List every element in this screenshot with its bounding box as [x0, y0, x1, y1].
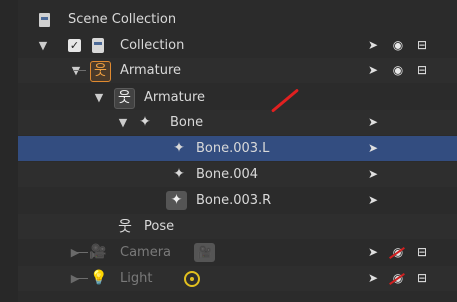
outliner-row-armature-object[interactable]: ▼ 웃 Armature ➤ ◉ ⊟: [18, 58, 457, 83]
bone-003-l-label[interactable]: Bone.003.L: [196, 136, 269, 161]
armature-data-label[interactable]: Armature: [144, 85, 205, 110]
outliner-row-bone-004[interactable]: ✦ Bone.004 ➤: [18, 162, 457, 187]
selectable-cursor-icon[interactable]: ➤: [366, 110, 380, 135]
selectable-cursor-icon[interactable]: ➤: [366, 188, 380, 213]
render-camera-icon[interactable]: ⊟: [414, 240, 430, 265]
render-camera-icon[interactable]: ⊟: [414, 266, 430, 291]
light-label[interactable]: Light: [120, 266, 152, 291]
bone-label[interactable]: Bone: [170, 110, 203, 135]
bone-icon: ✦: [173, 166, 185, 182]
bone-icon: ✦: [166, 191, 187, 210]
armature-object-icon: 웃: [90, 61, 111, 82]
pose-icon: 웃: [118, 217, 132, 235]
expand-triangle-icon[interactable]: ▼: [37, 33, 49, 58]
collection-label[interactable]: Collection: [120, 33, 184, 58]
selectable-cursor-icon[interactable]: ➤: [366, 266, 380, 291]
exclude-checkbox[interactable]: ✓: [68, 39, 81, 52]
bone-icon: ✦: [139, 114, 151, 130]
expand-triangle-icon[interactable]: ▼: [93, 85, 105, 110]
camera-object-icon: 🎥: [89, 244, 107, 260]
outliner-row-collection[interactable]: ▼ ✓ Collection ➤ ◉ ⊟: [18, 33, 457, 58]
visibility-eye-icon[interactable]: ◉: [390, 58, 406, 83]
selectable-cursor-icon[interactable]: ➤: [366, 33, 380, 58]
outliner-row-armature-data[interactable]: ▼ 웃 Armature: [18, 85, 457, 110]
tree-line: [74, 70, 86, 71]
visibility-eye-icon[interactable]: ◉: [390, 33, 406, 58]
camera-label[interactable]: Camera: [120, 240, 171, 265]
bone-icon: ✦: [173, 140, 185, 156]
camera-data-icon: 🎥: [194, 243, 215, 262]
selectable-cursor-icon[interactable]: ➤: [366, 240, 380, 265]
selectable-cursor-icon[interactable]: ➤: [366, 162, 380, 187]
outliner-row-bone[interactable]: ▼ ✦ Bone ➤: [18, 110, 457, 135]
armature-data-icon: 웃: [114, 88, 135, 109]
bone-004-label[interactable]: Bone.004: [196, 162, 258, 187]
scene-collection-icon: [39, 13, 50, 27]
hidden-eye-icon[interactable]: ◉: [390, 240, 406, 265]
armature-object-label[interactable]: Armature: [120, 58, 181, 83]
collection-icon: [92, 38, 104, 53]
render-camera-icon[interactable]: ⊟: [414, 33, 430, 58]
tree-line: [76, 278, 88, 279]
selectable-cursor-icon[interactable]: ➤: [366, 58, 380, 83]
hidden-eye-icon[interactable]: ◉: [390, 266, 406, 291]
light-data-icon: [184, 271, 200, 287]
bone-003-r-label[interactable]: Bone.003.R: [196, 188, 271, 213]
expand-triangle-icon[interactable]: ▼: [117, 110, 129, 135]
outliner-row-light[interactable]: ▶ 💡 Light ➤ ◉ ⊟: [18, 266, 457, 291]
outliner-row-bone-003-r[interactable]: ✦ Bone.003.R ➤: [18, 188, 457, 213]
scene-collection-label[interactable]: Scene Collection: [68, 7, 176, 32]
outliner-row-bone-003-l[interactable]: ✦ Bone.003.L ➤: [18, 136, 457, 161]
tree-line: [76, 252, 88, 253]
render-camera-icon[interactable]: ⊟: [414, 58, 430, 83]
pose-label[interactable]: Pose: [144, 214, 174, 239]
selectable-cursor-icon[interactable]: ➤: [366, 136, 380, 161]
light-object-icon: 💡: [90, 270, 108, 286]
outliner-row-pose[interactable]: 웃 Pose: [18, 214, 457, 239]
outliner-row-camera[interactable]: ▶ 🎥 Camera 🎥 ➤ ◉ ⊟: [18, 240, 457, 265]
